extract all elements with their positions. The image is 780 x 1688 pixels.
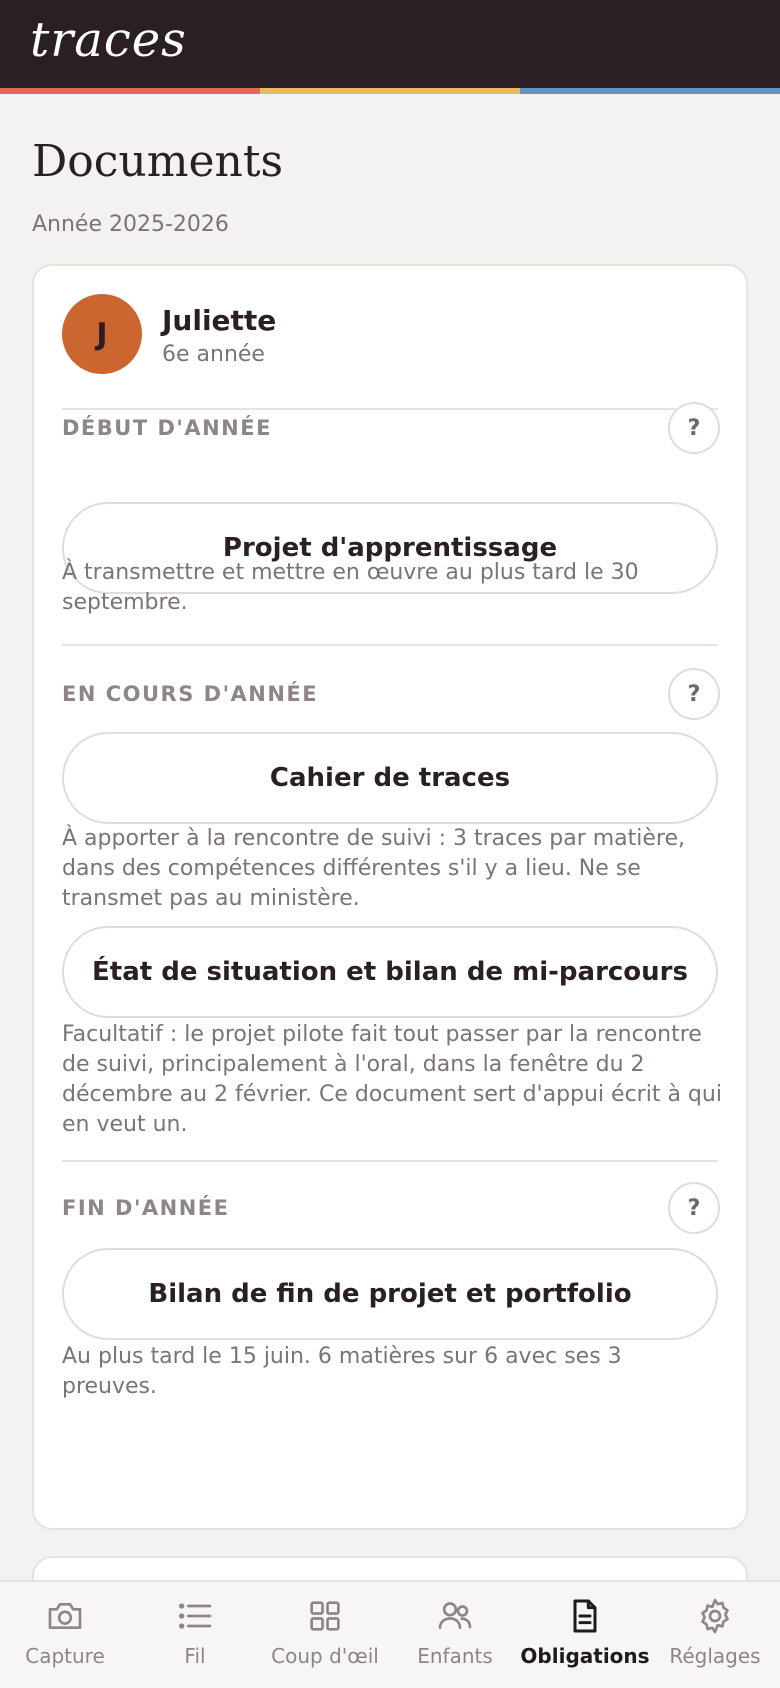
app-logo[interactable]: traces <box>30 12 187 68</box>
avatar: J <box>62 294 142 374</box>
help-button-fin[interactable]: ? <box>668 1182 720 1234</box>
nav-item-enfants[interactable]: Enfants <box>390 1582 520 1688</box>
document-note: À transmettre et mettre en œuvre au plus… <box>62 560 639 615</box>
school-year: Année 2025-2026 <box>32 212 229 237</box>
nav-label: Réglages <box>669 1644 761 1668</box>
app-header: traces <box>0 0 780 88</box>
bottom-navigation: Capture Fil Coup d'œil Enfants Obligatio… <box>0 1580 780 1688</box>
document-note: À apporter à la rencontre de suivi : 3 t… <box>62 826 686 911</box>
grid-icon <box>310 1601 340 1631</box>
document-button-cahier-de-traces[interactable]: Cahier de traces <box>62 732 718 824</box>
help-button-debut[interactable]: ? <box>668 402 720 454</box>
accent-stripe-blue <box>520 88 780 94</box>
divider <box>62 644 718 646</box>
document-note: Facultatif : le projet pilote fait tout … <box>62 1022 722 1137</box>
accent-stripe-yellow <box>260 88 520 94</box>
help-button-en-cours[interactable]: ? <box>668 668 720 720</box>
nav-label: Enfants <box>417 1644 493 1668</box>
nav-item-fil[interactable]: Fil <box>130 1582 260 1688</box>
nav-item-reglages[interactable]: Réglages <box>650 1582 780 1688</box>
camera-icon <box>48 1603 82 1629</box>
gear-icon <box>701 1598 729 1634</box>
accent-stripe-red <box>0 88 260 94</box>
document-button-bilan-fin[interactable]: Bilan de fin de projet et portfolio <box>62 1248 718 1340</box>
list-icon <box>179 1603 212 1629</box>
divider <box>62 1160 718 1162</box>
nav-label: Coup d'œil <box>271 1644 379 1668</box>
document-button-bilan-mi-parcours[interactable]: État de situation et bilan de mi-parcour… <box>62 926 718 1018</box>
nav-item-coup-doeil[interactable]: Coup d'œil <box>260 1582 390 1688</box>
child-name: Juliette <box>162 304 277 337</box>
section-label-en-cours: EN COURS D'ANNÉE <box>62 682 319 706</box>
child-documents-card: J Juliette 6e année DÉBUT D'ANNÉE ? Proj… <box>32 264 748 1530</box>
nav-label: Capture <box>25 1644 105 1668</box>
users-icon <box>438 1602 472 1629</box>
page-title: Documents <box>32 136 284 187</box>
document-note: Au plus tard le 15 juin. 6 matières sur … <box>62 1344 622 1399</box>
nav-label: Fil <box>184 1644 206 1668</box>
nav-item-capture[interactable]: Capture <box>0 1582 130 1688</box>
divider <box>62 408 718 410</box>
section-label-fin: FIN D'ANNÉE <box>62 1196 230 1220</box>
nav-label: Obligations <box>520 1644 650 1668</box>
child-grade: 6e année <box>162 342 265 367</box>
nav-item-obligations[interactable]: Obligations <box>520 1582 650 1688</box>
section-label-debut: DÉBUT D'ANNÉE <box>62 416 272 440</box>
document-icon <box>573 1599 597 1633</box>
